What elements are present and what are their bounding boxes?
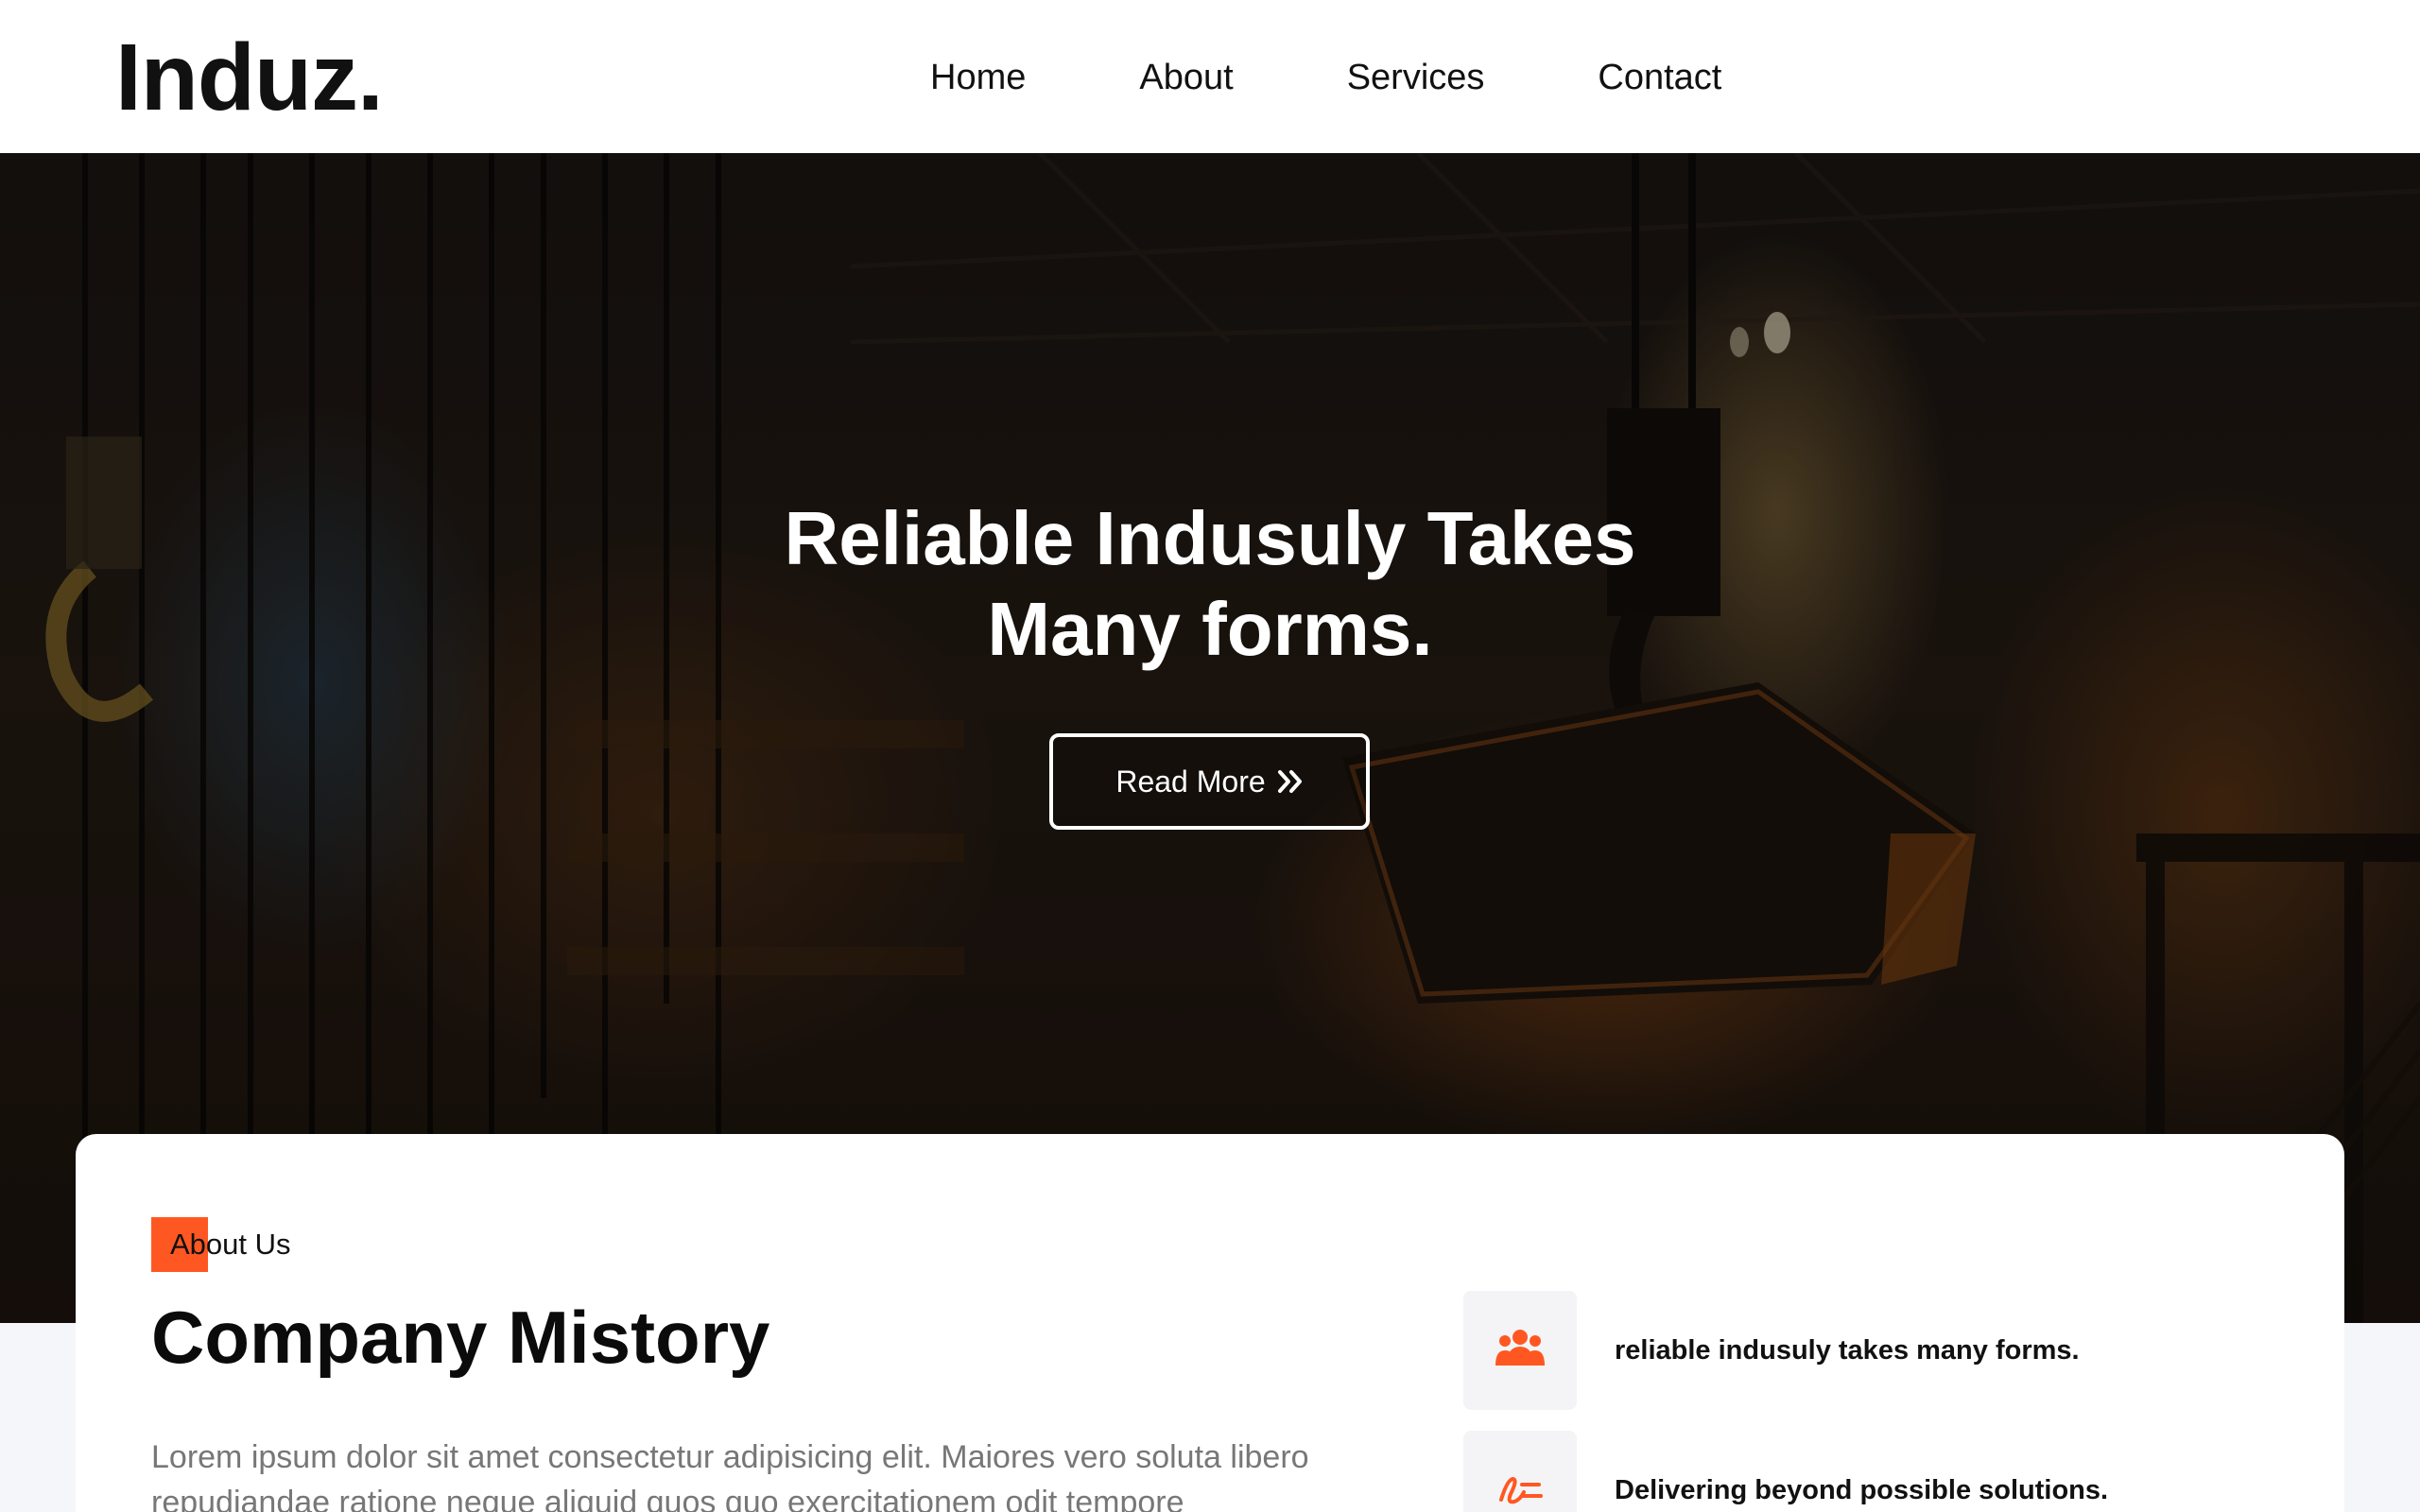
nav-item-about[interactable]: About <box>1139 58 1233 98</box>
feature-item: Delivering beyond possible solutions. <box>1463 1431 2276 1512</box>
nav-item-contact[interactable]: Contact <box>1598 58 1721 98</box>
nav-item-home[interactable]: Home <box>930 58 1026 98</box>
feature-icon-box <box>1463 1431 1577 1512</box>
section-tag: About Us <box>151 1217 291 1272</box>
double-chevron-right-icon <box>1277 769 1304 794</box>
main-nav: Home About Services Contact <box>930 49 1721 106</box>
section-tag-label: About Us <box>170 1228 291 1261</box>
hero-title-line-1: Reliable Indusuly Takes <box>784 496 1636 580</box>
hero-title: Reliable Indusuly Takes Many forms. <box>643 493 1777 675</box>
hero-title-line-2: Many forms. <box>987 587 1433 671</box>
signature-icon <box>1495 1468 1545 1512</box>
feature-text: reliable indusuly takes many forms. <box>1615 1334 2080 1366</box>
site-header: Induz. Home About Services Contact <box>0 0 2420 153</box>
feature-text: Delivering beyond possible solutions. <box>1615 1474 2109 1505</box>
read-more-button[interactable]: Read More <box>1049 733 1370 830</box>
feature-icon-box <box>1463 1291 1577 1410</box>
feature-item: reliable indusuly takes many forms. <box>1463 1291 2276 1410</box>
about-card: About Us Company Mistory Lorem ipsum dol… <box>76 1134 2344 1512</box>
read-more-label: Read More <box>1115 764 1266 799</box>
about-paragraph: Lorem ipsum dolor sit amet consectetur a… <box>151 1439 1309 1512</box>
users-icon <box>1495 1328 1545 1374</box>
site-logo[interactable]: Induz. <box>115 21 384 134</box>
section-title: Company Mistory <box>151 1296 770 1379</box>
nav-item-services[interactable]: Services <box>1347 58 1485 98</box>
